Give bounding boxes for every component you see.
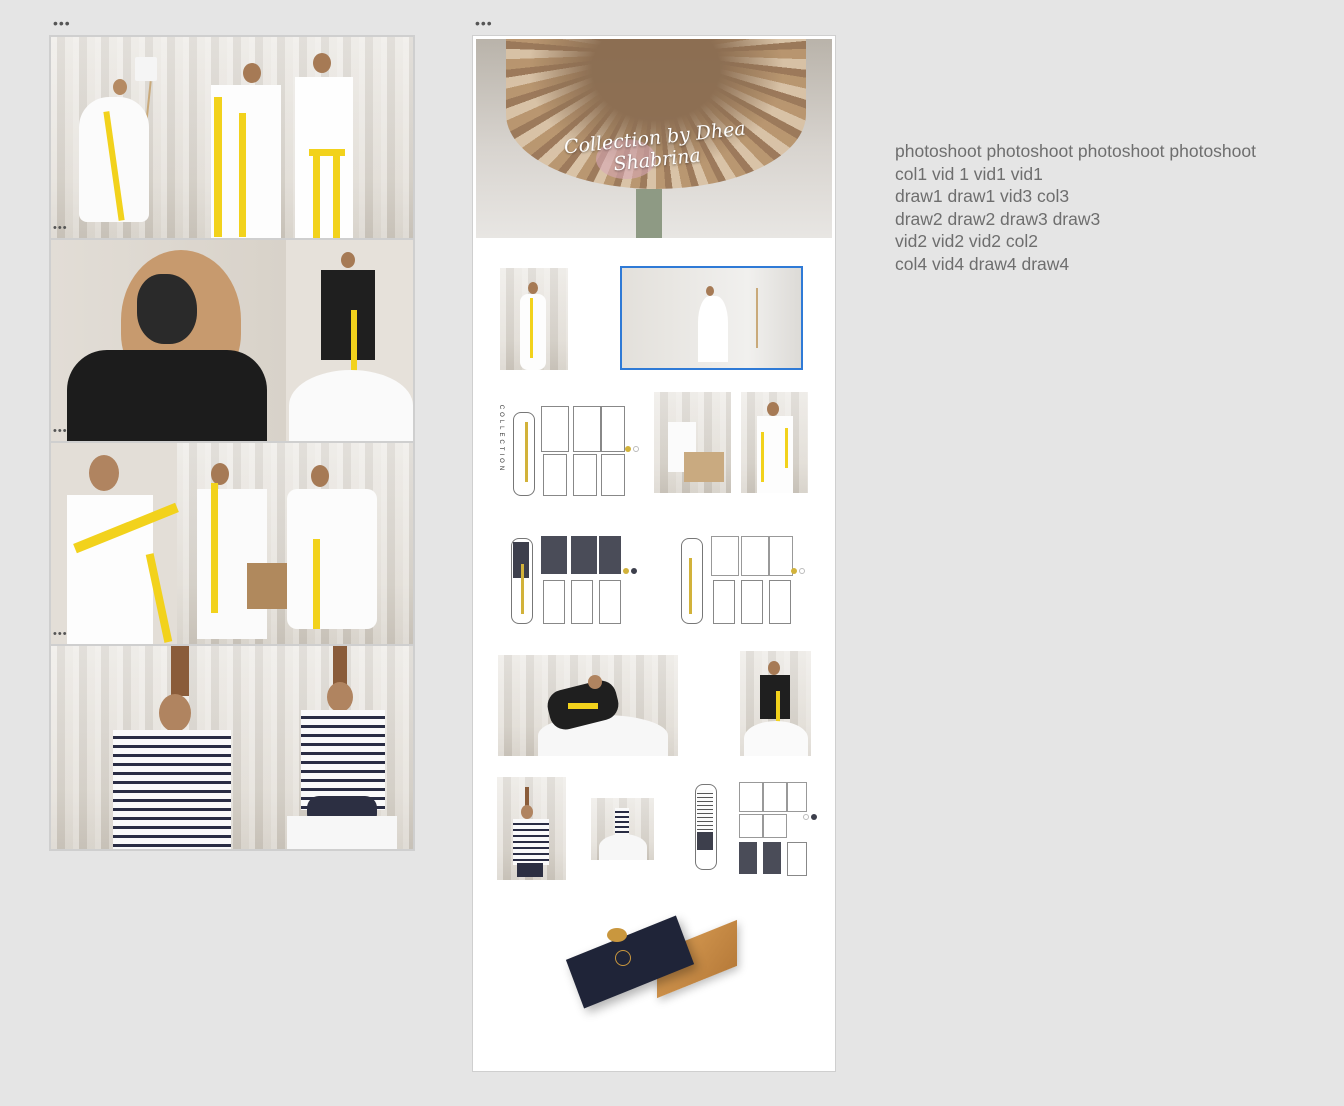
thumb-vid4[interactable] [591, 798, 654, 860]
thumb-col4[interactable] [497, 777, 566, 880]
selection-outline [620, 266, 803, 370]
thumb-col1[interactable] [500, 268, 568, 370]
photo-row-4[interactable] [51, 646, 413, 849]
label-line: col1 vid 1 vid1 vid1 [895, 163, 1043, 184]
label-line: col4 vid4 draw4 draw4 [895, 253, 1070, 274]
thumb-vid2[interactable] [498, 655, 678, 756]
thumb-draw4[interactable] [677, 780, 819, 878]
left-frame-menu-icon[interactable]: ••• [53, 16, 71, 30]
row-2-menu-icon[interactable]: ••• [53, 223, 68, 234]
sketch-caption: COLLECTION [498, 404, 505, 474]
thumb-col2[interactable] [740, 651, 811, 756]
row-4-menu-icon[interactable]: ••• [53, 629, 68, 640]
row-3-menu-icon[interactable]: ••• [53, 426, 68, 437]
left-photo-frame: ••• ••• ••• [49, 35, 415, 851]
thumb-col3[interactable] [741, 392, 808, 493]
thumb-draw3[interactable] [665, 528, 813, 626]
photo-row-3[interactable] [51, 443, 413, 644]
label-line: draw1 draw1 vid3 col3 [895, 186, 1070, 206]
label-line: draw2 draw2 draw3 draw3 [895, 208, 1101, 229]
thumb-draw2[interactable] [495, 528, 643, 626]
thumb-draw1[interactable]: COLLECTION [495, 392, 643, 500]
photo-row-2[interactable] [51, 240, 413, 441]
layout-labels: photoshoot photoshoot photoshoot photosh… [895, 140, 1256, 275]
collection-page-frame: Collection by Dhea Shabrina COLLECTION [472, 35, 836, 1072]
label-line: photoshoot photoshoot photoshoot photosh… [895, 141, 1256, 161]
gift-box-packaging[interactable] [565, 915, 747, 1009]
thumb-vid3[interactable] [654, 392, 731, 493]
photo-row-1[interactable] [51, 37, 413, 238]
right-frame-menu-icon[interactable]: ••• [475, 16, 493, 30]
label-line: vid2 vid2 vid2 col2 [895, 231, 1038, 251]
collection-banner[interactable]: Collection by Dhea Shabrina [476, 39, 832, 238]
